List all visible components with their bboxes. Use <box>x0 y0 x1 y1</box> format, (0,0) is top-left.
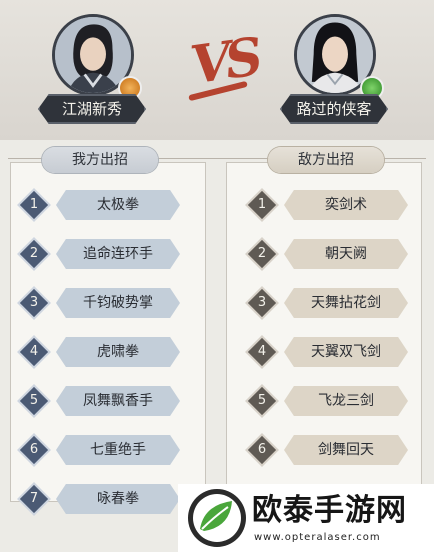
number-diamond: 6 <box>19 435 49 465</box>
enemy-move-row[interactable]: 3 天舞拈花剑 <box>247 288 416 318</box>
watermark-title: 欧泰手游网 <box>252 493 407 528</box>
player-move-row[interactable]: 2 追命连环手 <box>19 239 188 269</box>
number-diamond: 4 <box>19 337 49 367</box>
number-diamond: 2 <box>19 239 49 269</box>
opponent-card[interactable]: 路过的侠客 <box>280 14 388 128</box>
number-diamond: 5 <box>247 386 277 416</box>
move-button[interactable]: 天翼双飞剑 <box>284 337 408 367</box>
player-move-row[interactable]: 5 凤舞飘香手 <box>19 386 188 416</box>
player-move-row[interactable]: 1 太极拳 <box>19 190 188 220</box>
number-diamond: 6 <box>247 435 277 465</box>
move-button[interactable]: 奕剑术 <box>284 190 408 220</box>
enemy-move-row[interactable]: 6 剑舞回天 <box>247 435 416 465</box>
number-diamond: 4 <box>247 337 277 367</box>
move-button[interactable]: 虎啸拳 <box>56 337 180 367</box>
player-move-row[interactable]: 4 虎啸拳 <box>19 337 188 367</box>
move-button[interactable]: 追命连环手 <box>56 239 180 269</box>
number-diamond: 7 <box>19 484 49 514</box>
player-move-row[interactable]: 6 七重绝手 <box>19 435 188 465</box>
move-button[interactable]: 太极拳 <box>56 190 180 220</box>
enemy-moves-title: 敌方出招 <box>268 147 384 173</box>
move-button[interactable]: 剑舞回天 <box>284 435 408 465</box>
move-button[interactable]: 飞龙三剑 <box>284 386 408 416</box>
enemy-move-row[interactable]: 1 奕剑术 <box>247 190 416 220</box>
opponent-name: 路过的侠客 <box>280 94 388 124</box>
number-diamond: 5 <box>19 386 49 416</box>
enemy-move-row[interactable]: 5 飞龙三剑 <box>247 386 416 416</box>
move-button[interactable]: 千钧破势掌 <box>56 288 180 318</box>
move-button[interactable]: 咏春拳 <box>56 484 180 514</box>
number-diamond: 1 <box>19 190 49 220</box>
player-card[interactable]: 江湖新秀 <box>38 14 146 128</box>
player-move-row[interactable]: 3 千钧破势掌 <box>19 288 188 318</box>
move-button[interactable]: 七重绝手 <box>56 435 180 465</box>
enemy-move-row[interactable]: 2 朝天阙 <box>247 239 416 269</box>
watermark-url: www.opteralaser.com <box>254 532 381 543</box>
number-diamond: 2 <box>247 239 277 269</box>
leaf-logo-icon <box>188 489 246 547</box>
enemy-move-row[interactable]: 4 天翼双飞剑 <box>247 337 416 367</box>
move-button[interactable]: 朝天阙 <box>284 239 408 269</box>
move-button[interactable]: 凤舞飘香手 <box>56 386 180 416</box>
player-moves-title: 我方出招 <box>42 147 158 173</box>
number-diamond: 3 <box>19 288 49 318</box>
number-diamond: 3 <box>247 288 277 318</box>
player-move-row[interactable]: 7 咏春拳 <box>19 484 188 514</box>
player-name: 江湖新秀 <box>38 94 146 124</box>
number-diamond: 1 <box>247 190 277 220</box>
move-button[interactable]: 天舞拈花剑 <box>284 288 408 318</box>
